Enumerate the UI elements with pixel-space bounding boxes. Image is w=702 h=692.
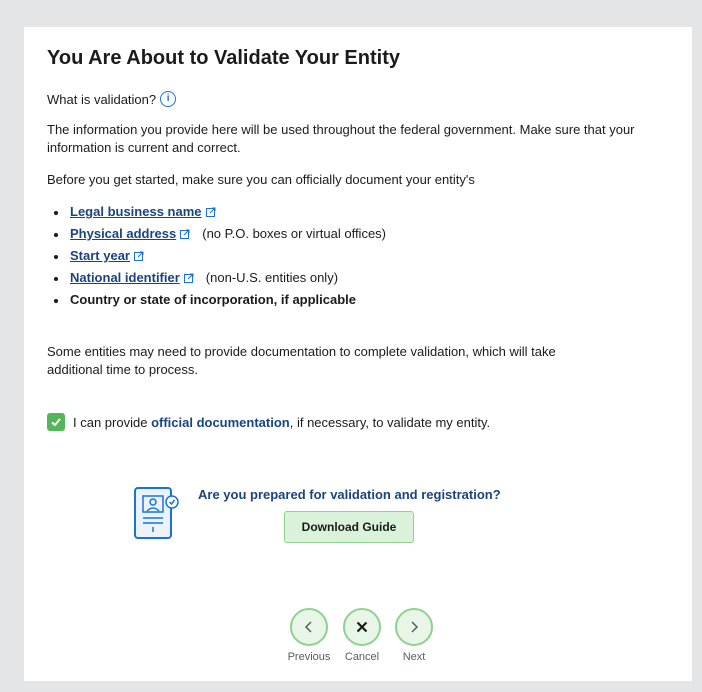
country-state-incorporation-text: Country or state of incorporation, if ap…: [70, 292, 357, 307]
external-link-icon: [205, 207, 215, 217]
physical-address-note: (no P.O. boxes or virtual offices): [202, 226, 387, 241]
external-link-icon: [180, 229, 190, 239]
documentation-checkbox-row: I can provide official documentation, if…: [47, 413, 490, 431]
cancel-button[interactable]: [343, 608, 381, 646]
intro-text: The information you provide here will be…: [47, 122, 635, 155]
cancel-label: Cancel: [344, 651, 380, 663]
list-item: National identifier (non-U.S. entities o…: [47, 267, 386, 289]
next-label: Next: [402, 651, 426, 663]
checkbox-label-suffix: , if necessary, to validate my entity.: [289, 414, 491, 430]
info-icon[interactable]: i: [160, 91, 177, 107]
list-item: Physical address (no P.O. boxes or virtu…: [47, 223, 386, 245]
list-item: Legal business name: [47, 201, 386, 223]
documentation-note: Some entities may need to provide docume…: [47, 344, 556, 377]
guide-document-icon: [134, 487, 179, 539]
guide-question: Are you prepared for validation and regi…: [198, 487, 501, 502]
checkbox-label: I can provide official documentation, if…: [73, 415, 490, 430]
official-documentation-link[interactable]: official documentation: [151, 415, 290, 430]
validation-dialog: You Are About to Validate Your Entity Wh…: [24, 27, 692, 681]
list-item: Start year: [47, 245, 386, 267]
list-item: Country or state of incorporation, if ap…: [47, 289, 386, 311]
documentation-checkbox[interactable]: [47, 413, 65, 431]
what-is-validation-label: What is validation?: [47, 91, 157, 107]
what-is-validation: What is validation? i: [47, 91, 177, 107]
physical-address-link[interactable]: Physical address: [70, 223, 176, 245]
national-identifier-link[interactable]: National identifier: [70, 267, 180, 289]
external-link-icon: [133, 251, 144, 261]
checkmark-icon: [51, 418, 61, 427]
chevron-right-icon: [411, 621, 419, 633]
download-guide-button[interactable]: Download Guide: [284, 511, 414, 543]
next-button[interactable]: [395, 608, 433, 646]
close-icon: [356, 621, 368, 633]
chevron-left-icon: [304, 621, 312, 633]
checkbox-label-prefix: I can provide: [73, 414, 148, 430]
national-identifier-note: (non-U.S. entities only): [205, 270, 339, 285]
external-link-icon: [183, 273, 194, 283]
before-start-text: Before you get started, make sure you ca…: [47, 172, 475, 187]
previous-button[interactable]: [290, 608, 328, 646]
previous-label: Previous: [287, 651, 331, 663]
requirements-list: Legal business name Physical address (no…: [47, 201, 386, 311]
legal-business-name-link[interactable]: Legal business name: [70, 201, 202, 223]
start-year-link[interactable]: Start year: [70, 245, 130, 267]
page-title: You Are About to Validate Your Entity: [47, 47, 400, 69]
